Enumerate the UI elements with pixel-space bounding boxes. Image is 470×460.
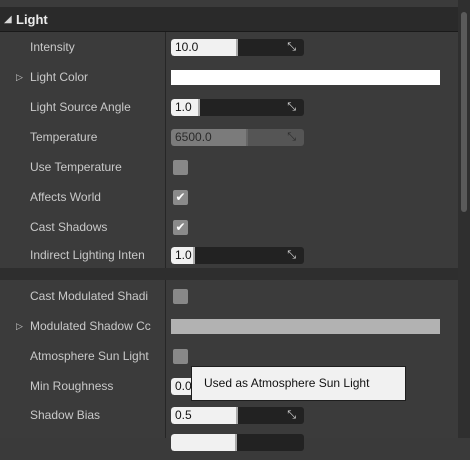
intensity-numeric-slider[interactable]: 10.0 ⤡ (171, 39, 304, 56)
property-label: Modulated Shadow Cc (30, 319, 151, 333)
property-row-light-color: ▷ Light Color (0, 62, 458, 92)
slider-value: 1.0 (175, 248, 192, 262)
property-label: Use Temperature (30, 160, 122, 174)
slider-value: 1.0 (175, 100, 192, 114)
property-row-indirect-lighting: Indirect Lighting Inten 1.0 ⤡ (0, 240, 458, 270)
details-panel: ◢ Light Intensity 10.0 ⤡ ▷ Light Color L… (0, 0, 470, 451)
category-header-light[interactable]: ◢ Light (0, 7, 458, 32)
slider-value: 6500.0 (175, 130, 212, 144)
cast-modulated-shadows-checkbox[interactable] (173, 289, 188, 304)
light-color-swatch[interactable] (171, 70, 440, 85)
property-label: Temperature (30, 130, 98, 144)
modulated-shadow-color-swatch[interactable] (171, 319, 440, 334)
property-row-affects-world: Affects World ✔ (0, 182, 458, 212)
slider-value: 0.0 (175, 379, 192, 393)
resize-grip-icon[interactable]: ⤡ (287, 41, 296, 54)
property-label: Light Color (30, 70, 89, 84)
property-row-use-temperature: Use Temperature (0, 152, 458, 182)
shadow-bias-numeric-slider[interactable]: 0.5 ⤡ (171, 407, 304, 424)
expand-arrow-icon[interactable]: ▷ (16, 62, 23, 92)
property-row-next-partial (0, 430, 458, 460)
tooltip: Used as Atmosphere Sun Light (191, 366, 406, 401)
section-separator (0, 268, 458, 280)
category-title: Light (16, 11, 48, 27)
property-row-modulated-shadow-color: ▷ Modulated Shadow Cc (0, 311, 458, 341)
slider-fill (171, 434, 237, 451)
indirect-lighting-numeric-slider[interactable]: 1.0 ⤡ (171, 247, 304, 264)
resize-grip-icon[interactable]: ⤡ (287, 409, 296, 422)
resize-grip-icon: ⤡ (287, 131, 296, 143)
property-row-cast-shadows: Cast Shadows ✔ (0, 212, 458, 242)
property-label: Affects World (30, 190, 101, 204)
temperature-numeric-slider: 6500.0 ⤡ (171, 129, 304, 146)
expand-arrow-icon[interactable]: ▷ (16, 311, 23, 341)
property-row-temperature: Temperature 6500.0 ⤡ (0, 122, 458, 152)
atmosphere-sun-light-checkbox[interactable] (173, 349, 188, 364)
property-row-shadow-bias: Shadow Bias 0.5 ⤡ (0, 400, 458, 430)
property-row-cast-modulated-shadows: Cast Modulated Shadi (0, 281, 458, 311)
use-temperature-checkbox[interactable] (173, 160, 188, 175)
next-numeric-slider[interactable] (171, 434, 304, 451)
property-row-light-source-angle: Light Source Angle 1.0 ⤡ (0, 92, 458, 122)
cast-shadows-checkbox[interactable]: ✔ (173, 220, 188, 235)
property-label: Cast Shadows (30, 220, 108, 234)
scrollbar-thumb[interactable] (461, 12, 467, 212)
slider-value: 0.5 (175, 408, 192, 422)
property-label: Cast Modulated Shadi (30, 289, 149, 303)
light-source-angle-numeric-slider[interactable]: 1.0 ⤡ (171, 99, 304, 116)
property-label: Min Roughness (30, 379, 114, 393)
collapse-triangle-icon[interactable]: ◢ (4, 14, 16, 25)
property-row-intensity: Intensity 10.0 ⤡ (0, 32, 458, 62)
resize-grip-icon[interactable]: ⤡ (287, 249, 296, 262)
property-label: Shadow Bias (30, 408, 101, 422)
property-label: Light Source Angle (30, 100, 131, 114)
affects-world-checkbox[interactable]: ✔ (173, 190, 188, 205)
resize-grip-icon[interactable]: ⤡ (287, 101, 296, 114)
property-label: Intensity (30, 40, 75, 54)
slider-value: 10.0 (175, 40, 199, 54)
property-label: Atmosphere Sun Light (30, 349, 149, 363)
property-label: Indirect Lighting Inten (30, 248, 145, 262)
